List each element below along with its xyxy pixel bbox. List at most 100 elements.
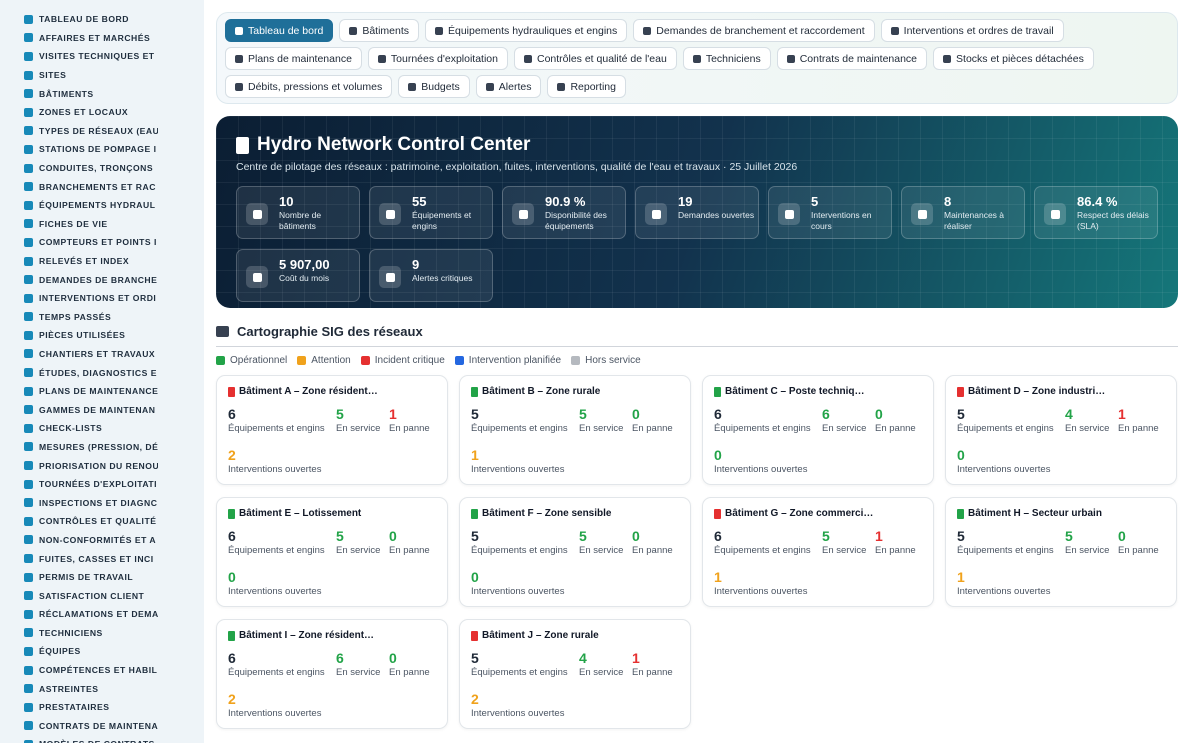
sidebar-item[interactable]: AFFAIRES ET MARCHÉS [0, 29, 158, 48]
menu-item-icon [24, 423, 33, 433]
sidebar-item[interactable]: CONTRATS DE MAINTENA [0, 717, 158, 736]
nav-pill[interactable]: Demandes de branchement et raccordement [633, 19, 875, 42]
sidebar-item[interactable]: CHANTIERS ET TRAVAUX [0, 345, 158, 364]
stat-panne: 0 En panne [1118, 528, 1159, 556]
nav-pill[interactable]: Plans de maintenance [225, 47, 362, 70]
sidebar-item-label: MESURES (PRESSION, DÉ [39, 441, 158, 452]
sidebar-item[interactable]: PERMIS DE TRAVAIL [0, 568, 158, 587]
sidebar-item[interactable]: TOURNÉES D'EXPLOITATI [0, 475, 158, 494]
sidebar-item[interactable]: PRESTATAIRES [0, 698, 158, 717]
nav-pill-label: Techniciens [705, 52, 761, 65]
building-card[interactable]: Bâtiment F – Zone sensible 5 Équipements e… [459, 497, 691, 607]
sidebar-item[interactable]: PRIORISATION DU RENOU [0, 456, 158, 475]
nav-pill[interactable]: Bâtiments [339, 19, 419, 42]
sidebar-item[interactable]: FICHES DE VIE [0, 215, 158, 234]
sidebar-item[interactable]: COMPÉTENCES ET HABIL [0, 661, 158, 680]
nav-pill[interactable]: Débits, pressions et volumes [225, 75, 393, 98]
sidebar-item[interactable]: DEMANDES DE BRANCHE [0, 270, 158, 289]
sidebar-item[interactable]: ÉQUIPES [0, 642, 158, 661]
sidebar-item[interactable]: ZONES ET LOCAUX [0, 103, 158, 122]
sidebar-item-label: ÉQUIPEMENTS HYDRAUL [39, 200, 156, 211]
sidebar-item[interactable]: TYPES DE RÉSEAUX (EAU [0, 122, 158, 141]
nav-pill[interactable]: Stocks et pièces détachées [933, 47, 1094, 70]
stat-equip: 5 Équipements et engins [957, 528, 1054, 556]
building-card[interactable]: Bâtiment D – Zone industri… 5 Équipements … [945, 375, 1177, 485]
nav-pill[interactable]: Techniciens [682, 47, 771, 70]
building-card-title: Bâtiment F – Zone sensible [471, 508, 681, 519]
sidebar-item[interactable]: MESURES (PRESSION, DÉ [0, 438, 158, 457]
stat-panne: 1 En panne [875, 528, 916, 556]
sidebar-item[interactable]: ÉTUDES, DIAGNOSTICS E [0, 363, 158, 382]
building-card[interactable]: Bâtiment B – Zone rurale 5 Équipements et … [459, 375, 691, 485]
sidebar-item[interactable]: BRANCHEMENTS ET RAC [0, 177, 158, 196]
sidebar-item-label: PIÈCES UTILISÉES [39, 330, 126, 341]
menu-item-icon [24, 51, 33, 61]
stat-label: Interventions ouvertes [228, 586, 322, 597]
menu-item-icon [24, 628, 33, 638]
legend-item: Hors service [571, 355, 641, 366]
sidebar-item[interactable]: PIÈCES UTILISÉES [0, 326, 158, 345]
sidebar-item-label: COMPÉTENCES ET HABIL [39, 665, 158, 676]
menu-item-icon [24, 646, 33, 656]
sidebar-item[interactable]: FUITES, CASSES ET INCI [0, 549, 158, 568]
nav-pill[interactable]: Contrats de maintenance [776, 47, 928, 70]
sidebar-item[interactable]: CHECK-LISTS [0, 419, 158, 438]
sidebar-item[interactable]: INSPECTIONS ET DIAGNC [0, 493, 158, 512]
stat-service: 4 En service [579, 650, 623, 678]
sidebar-item[interactable]: BÂTIMENTS [0, 84, 158, 103]
sidebar-item-label: TECHNICIENS [39, 627, 103, 638]
building-card[interactable]: Bâtiment G – Zone commerci… 6 Équipements … [702, 497, 934, 607]
nav-pill[interactable]: Alertes [475, 75, 542, 98]
sidebar-item[interactable]: STATIONS DE POMPAGE I [0, 140, 158, 159]
stat-value: 4 [579, 650, 587, 666]
nav-pill[interactable]: Budgets [398, 75, 470, 98]
sidebar-item[interactable]: GAMMES DE MAINTENAN [0, 400, 158, 419]
sidebar-item[interactable]: SATISFACTION CLIENT [0, 586, 158, 605]
sidebar-item[interactable]: SITES [0, 66, 158, 85]
heart-pulse-icon [512, 203, 534, 225]
building-card[interactable]: Bâtiment A – Zone résident… 6 Équipements … [216, 375, 448, 485]
menu-item-icon [24, 405, 33, 415]
nav-pill[interactable]: Équipements hydrauliques et engins [425, 19, 628, 42]
building-card[interactable]: Bâtiment H – Secteur urbain 5 Équipements … [945, 497, 1177, 607]
sidebar-item[interactable]: RELEVÉS ET INDEX [0, 252, 158, 271]
building-card[interactable]: Bâtiment I – Zone résident… 6 Équipements … [216, 619, 448, 729]
building-card[interactable]: Bâtiment J – Zone rurale 5 Équipements et … [459, 619, 691, 729]
nav-pill[interactable]: Tableau de bord [225, 19, 334, 42]
nav-pill[interactable]: Tournées d'exploitation [367, 47, 508, 70]
menu-item-icon [24, 368, 33, 378]
stat-value: 6 [228, 650, 236, 666]
nav-pill-label: Stocks et pièces détachées [956, 52, 1084, 65]
sidebar-item[interactable]: INTERVENTIONS ET ORDI [0, 289, 158, 308]
menu-item-icon [24, 461, 33, 471]
stat-label: Équipements et engins [228, 667, 325, 678]
stat-value: 0 [389, 528, 397, 544]
building-card[interactable]: Bâtiment E – Lotissement 6 Équipements et … [216, 497, 448, 607]
nav-pill[interactable]: Reporting [547, 75, 626, 98]
sidebar-item[interactable]: PLANS DE MAINTENANCE [0, 382, 158, 401]
legend-item: Attention [297, 355, 351, 366]
nav-pill[interactable]: Interventions et ordres de travail [880, 19, 1064, 42]
menu-item-icon [24, 386, 33, 396]
sidebar-item[interactable]: TABLEAU DE BORD [0, 10, 158, 29]
menu-item-icon [24, 554, 33, 564]
stat-value: 6 [714, 406, 722, 422]
sidebar-item[interactable]: MODÈLES DE CONTRATS [0, 735, 158, 743]
sidebar-item[interactable]: NON-CONFORMITÉS ET A [0, 531, 158, 550]
kpi-card: 10 Nombre de bâtiments [236, 186, 360, 239]
building-name: Bâtiment I – Zone résident… [239, 630, 375, 641]
sidebar-item[interactable]: ASTREINTES [0, 679, 158, 698]
building-status-icon [228, 386, 235, 397]
sidebar-item[interactable]: COMPTEURS ET POINTS I [0, 233, 158, 252]
menu-item-icon [24, 33, 33, 43]
sidebar-item[interactable]: CONTRÔLES ET QUALITÉ [0, 512, 158, 531]
sidebar-item[interactable]: RÉCLAMATIONS ET DEMA [0, 605, 158, 624]
nav-pill[interactable]: Contrôles et qualité de l'eau [513, 47, 677, 70]
sidebar-item[interactable]: VISITES TECHNIQUES ET [0, 47, 158, 66]
sidebar-item[interactable]: ÉQUIPEMENTS HYDRAUL [0, 196, 158, 215]
sidebar-item[interactable]: CONDUITES, TRONÇONS [0, 159, 158, 178]
sidebar-item[interactable]: TECHNICIENS [0, 624, 158, 643]
building-card[interactable]: Bâtiment C – Poste techniq… 6 Équipements … [702, 375, 934, 485]
stat-service: 6 En service [822, 406, 866, 434]
sidebar-item[interactable]: TEMPS PASSÉS [0, 308, 158, 327]
